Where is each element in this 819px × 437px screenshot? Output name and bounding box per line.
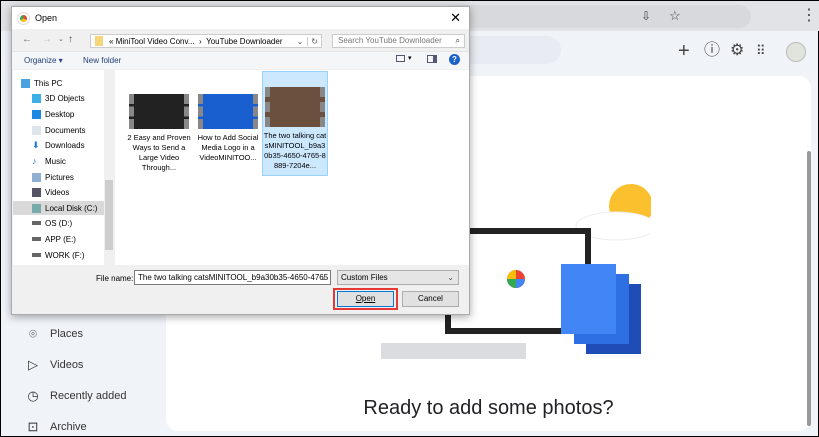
preview-pane-icon[interactable] bbox=[427, 55, 437, 63]
nav-downloads[interactable]: ⬇ Downloads bbox=[30, 138, 110, 152]
install-icon[interactable]: ⇩ bbox=[641, 6, 651, 26]
file-name-input[interactable]: The two talking catsMINITOOL_b9a30b35-46… bbox=[134, 270, 331, 285]
video-icon bbox=[32, 187, 41, 197]
drive-icon bbox=[32, 237, 41, 241]
sidebar-item-places[interactable]: ⌾ Places bbox=[26, 326, 83, 342]
download-icon: ⬇ bbox=[32, 139, 40, 150]
cube-icon bbox=[32, 93, 41, 103]
pc-icon bbox=[21, 78, 30, 88]
drive-icon bbox=[32, 221, 41, 225]
scrollbar[interactable] bbox=[807, 151, 811, 426]
view-dropdown-icon[interactable]: ▾ bbox=[408, 54, 412, 62]
nav-scrollbar[interactable] bbox=[104, 70, 114, 265]
star-icon[interactable]: ☆ bbox=[669, 6, 681, 26]
organize-button[interactable]: Organize ▾ bbox=[24, 56, 63, 65]
nav-this-pc[interactable]: This PC bbox=[19, 76, 99, 90]
music-icon: ♪ bbox=[32, 155, 37, 166]
open-file-dialog: Open ✕ ← → ⌄ ↑ « MiniTool Video Conv... … bbox=[11, 6, 470, 315]
sidebar-item-archive[interactable]: ⊡ Archive bbox=[26, 419, 87, 435]
drive-icon bbox=[32, 203, 41, 213]
back-icon[interactable]: ← bbox=[22, 34, 32, 45]
nav-local-disk-c[interactable]: Local Disk (C:) bbox=[13, 201, 104, 215]
dialog-toolbar: Organize ▾ New folder ▾ ? bbox=[12, 51, 469, 69]
drive-icon bbox=[32, 253, 41, 257]
nav-documents[interactable]: Documents bbox=[30, 123, 110, 137]
place-icon: ⌾ bbox=[29, 326, 37, 341]
plus-icon[interactable]: + bbox=[678, 41, 690, 61]
nav-os-d[interactable]: OS (D:) bbox=[30, 216, 110, 230]
chevron-down-icon[interactable]: ⌄ bbox=[320, 271, 327, 284]
nav-videos[interactable]: Videos bbox=[30, 185, 110, 199]
recent-dropdown-icon[interactable]: ⌄ bbox=[58, 35, 64, 43]
cancel-button[interactable]: Cancel bbox=[402, 291, 459, 307]
open-button[interactable]: Open bbox=[337, 291, 394, 307]
navigation-pane: This PC 3D Objects Desktop Documents ⬇ Do… bbox=[13, 70, 114, 265]
archive-icon: ⊡ bbox=[27, 419, 39, 434]
file-list: 2 Easy and Proven Ways to Send a Large V… bbox=[115, 70, 469, 265]
nav-pictures[interactable]: Pictures bbox=[30, 170, 110, 184]
nav-3d-objects[interactable]: 3D Objects bbox=[30, 91, 110, 105]
new-folder-button[interactable]: New folder bbox=[83, 56, 121, 65]
video-thumbnail bbox=[198, 94, 258, 129]
picture-icon bbox=[32, 172, 41, 182]
sidebar-item-recently-added[interactable]: ◷ Recently added bbox=[26, 388, 126, 404]
help-icon[interactable]: ? bbox=[449, 54, 460, 65]
chevron-down-icon[interactable]: ⌄ bbox=[297, 37, 304, 46]
chrome-icon bbox=[17, 11, 30, 25]
folder-icon bbox=[95, 36, 103, 46]
apps-icon[interactable]: ⠿ bbox=[756, 41, 766, 61]
dialog-title: Open bbox=[35, 13, 58, 23]
help-icon[interactable]: ⓘ bbox=[704, 41, 720, 61]
play-icon: ▷ bbox=[28, 357, 38, 372]
nav-desktop[interactable]: Desktop bbox=[30, 107, 110, 121]
forward-icon[interactable]: → bbox=[42, 34, 52, 45]
search-input[interactable]: Search YouTube Downloader ⌕ bbox=[332, 34, 465, 48]
refresh-icon[interactable]: ↻ bbox=[307, 36, 321, 46]
file-item[interactable]: How to Add Social Media Logo in a VideoM… bbox=[195, 72, 261, 177]
file-type-select[interactable]: Custom Files ⌄ bbox=[337, 270, 459, 285]
desktop-icon bbox=[32, 109, 41, 119]
gear-icon[interactable]: ⚙ bbox=[730, 41, 744, 61]
clock-icon: ◷ bbox=[27, 388, 39, 403]
avatar[interactable] bbox=[786, 42, 806, 62]
breadcrumb-current[interactable]: YouTube Downloader bbox=[206, 37, 282, 46]
breadcrumb-parent[interactable]: MiniTool Video Conv... bbox=[116, 37, 195, 46]
empty-state-title: Ready to add some photos? bbox=[363, 397, 614, 419]
dialog-title-bar: Open ✕ bbox=[12, 7, 469, 29]
nav-app-e[interactable]: APP (E:) bbox=[30, 232, 110, 246]
breadcrumb[interactable]: « MiniTool Video Conv... › YouTube Downl… bbox=[90, 34, 322, 48]
sidebar-item-videos[interactable]: ▷ Videos bbox=[26, 357, 83, 373]
video-thumbnail bbox=[129, 94, 189, 129]
view-icon[interactable] bbox=[396, 55, 405, 62]
file-name-label: File name: bbox=[96, 274, 134, 283]
close-icon[interactable]: ✕ bbox=[450, 10, 461, 26]
file-item-selected[interactable]: The two talking catsMINITOOL_b9a30b35-46… bbox=[262, 71, 328, 176]
video-thumbnail bbox=[265, 87, 325, 127]
search-icon: ⌕ bbox=[455, 36, 460, 45]
address-bar[interactable]: ⇩ ☆ bbox=[441, 5, 751, 28]
menu-icon[interactable]: ⋮ bbox=[801, 6, 817, 26]
document-icon bbox=[32, 125, 41, 135]
up-icon[interactable]: ↑ bbox=[68, 34, 73, 45]
nav-work-f[interactable]: WORK (F:) bbox=[30, 248, 110, 262]
nav-music[interactable]: ♪ Music bbox=[30, 154, 110, 168]
chevron-down-icon: ⌄ bbox=[447, 273, 454, 282]
file-item[interactable]: 2 Easy and Proven Ways to Send a Large V… bbox=[126, 72, 192, 177]
